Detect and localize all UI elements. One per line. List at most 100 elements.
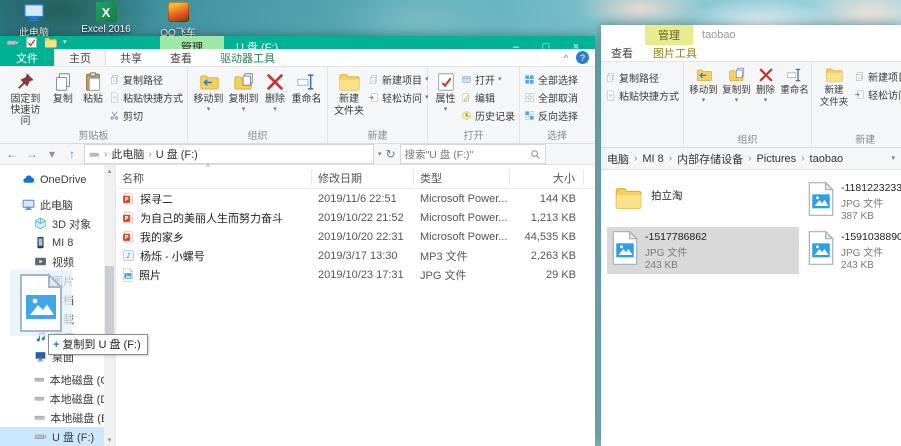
invert-selection-button[interactable]: 反向选择 [524, 108, 578, 123]
refresh-icon[interactable]: ↻ [386, 147, 396, 161]
help-icon[interactable]: ? [576, 51, 589, 64]
file-name: 为自己的美丽人生而努力奋斗 [140, 210, 283, 226]
forward-icon[interactable]: → [24, 147, 40, 161]
qat-dropdown-icon[interactable]: ▾ [63, 39, 67, 46]
easy-access-button[interactable]: 轻松访问▾ [368, 90, 429, 105]
sidebar-item-3d-objects[interactable]: 3D 对象 [0, 214, 115, 233]
dropdown-icon: ▾ [207, 106, 211, 113]
tab-view[interactable]: 查看 [156, 49, 206, 66]
taobao-titlebar[interactable]: 管理 taobao [601, 25, 901, 45]
tab-file[interactable]: 文件 [0, 49, 54, 66]
sidebar-item-onedrive[interactable]: OneDrive [0, 170, 115, 189]
usb-titlebar[interactable]: ▾ 管理 U 盘 (F:) – □ × [0, 36, 595, 49]
file-type: JPG 文件 [841, 244, 901, 259]
new-folder-button[interactable]: 新建文件夹 [816, 64, 852, 110]
image-tile-selected[interactable]: -1517786862 JPG 文件 243 KB [607, 227, 799, 274]
copy-to-button[interactable]: 复制到▾ [721, 64, 752, 106]
table-row[interactable]: 探寻二 2019/11/6 22:51 Microsoft Power... 1… [116, 189, 595, 208]
tab-picture-tools[interactable]: 图片工具 [643, 45, 707, 61]
folder-tile[interactable]: 拍立淘 [607, 178, 799, 225]
cut-button[interactable]: 剪切 [109, 108, 183, 123]
copy-to-button[interactable]: 复制到▾ [227, 69, 260, 115]
address-dropdown-icon[interactable]: ▾ [891, 155, 895, 162]
scroll-down-icon[interactable]: ▾ [108, 436, 112, 444]
edit-button[interactable]: 编辑 [461, 90, 515, 105]
sidebar-item-local-disk-d[interactable]: 本地磁盘 (D:) [0, 389, 115, 408]
column-header-date[interactable]: 修改日期 [312, 170, 414, 186]
image-tile[interactable]: -1591038890 JPG 文件 243 KB [803, 227, 901, 274]
easy-access-button[interactable]: 轻松访问▾ [854, 87, 901, 102]
move-to-button[interactable]: 移动到▾ [688, 64, 719, 106]
move-to-button[interactable]: 移动到▾ [192, 69, 225, 115]
desktop-icon-qq-speed[interactable]: QQ飞车 [150, 1, 206, 39]
history-dropdown-icon[interactable]: ▾ [44, 148, 60, 160]
column-header-size[interactable]: 大小 [510, 170, 584, 186]
table-row[interactable]: 我的家乡 2019/10/20 22:31 Microsoft Power...… [116, 227, 595, 246]
open-button[interactable]: 打开▾ [461, 72, 515, 87]
folder-name: 拍立淘 [651, 188, 683, 203]
tab-share[interactable]: 共享 [106, 49, 156, 66]
breadcrumb[interactable]: U 盘 (F:) [156, 146, 198, 162]
breadcrumb-bar[interactable]: › 此电脑 › U 盘 (F:) [84, 144, 374, 164]
desktop-icon-excel[interactable]: X Excel 2016 [78, 1, 134, 39]
address-dropdown-icon[interactable]: ▾ [378, 151, 382, 158]
rename-button[interactable]: 重命名 [779, 64, 810, 98]
paste-shortcut-button[interactable]: 粘贴快捷方式 [109, 90, 183, 105]
tab-home[interactable]: 主页 [54, 49, 106, 66]
sidebar-scrollbar[interactable]: ▴ ▾ [104, 165, 115, 446]
back-icon[interactable]: ← [4, 147, 20, 161]
breadcrumb[interactable]: taobao [810, 153, 844, 165]
column-header-type[interactable]: 类型 [414, 170, 510, 186]
tab-view[interactable]: 查看 [601, 45, 643, 61]
paste-button[interactable]: 粘贴 [79, 69, 107, 107]
new-item-button[interactable]: 新建项目▾ [368, 72, 429, 87]
sidebar-item-local-disk-c[interactable]: 本地磁盘 (C:) [0, 370, 115, 389]
breadcrumb-separator-icon: › [634, 153, 637, 164]
image-tile[interactable]: -1181223233 JPG 文件 387 KB [803, 178, 901, 225]
sidebar-item-videos[interactable]: 视频 [0, 252, 115, 271]
select-all-button[interactable]: 全部选择 [524, 72, 578, 87]
dropdown-icon: ▾ [444, 106, 448, 113]
copy-path-button[interactable]: 复制路径 [109, 72, 183, 87]
sidebar-item-mi8[interactable]: MI 8 [0, 233, 115, 252]
new-item-button[interactable]: 新建项目▾ [854, 69, 901, 84]
group-label-new: 新建 [812, 131, 901, 146]
table-row[interactable]: 为自己的美丽人生而努力奋斗 2019/10/22 21:52 Microsoft… [116, 208, 595, 227]
search-input[interactable]: 搜索"U 盘 (F:)" [400, 144, 546, 164]
breadcrumb[interactable]: 电脑 [607, 151, 629, 167]
delete-button[interactable]: 删除▾ [262, 69, 288, 115]
paste-shortcut-button[interactable]: 粘贴快捷方式 [605, 88, 679, 103]
file-date: 2019/10/22 21:52 [312, 212, 414, 224]
sidebar-item-this-pc[interactable]: 此电脑 [0, 195, 115, 214]
breadcrumb-separator-icon: › [104, 149, 107, 160]
properties-button[interactable]: 属性▾ [432, 69, 459, 115]
tab-drive-tools[interactable]: 驱动器工具 [206, 49, 289, 66]
rename-button[interactable]: 重命名 [290, 69, 323, 107]
properties-check-icon[interactable] [25, 36, 38, 49]
desktop-icon-this-pc[interactable]: 此电脑 [6, 1, 62, 39]
taobao-address-bar[interactable]: 电脑 › MI 8 › 内部存储设备 › Pictures › taobao ▾ [601, 148, 901, 170]
delete-button[interactable]: 删除▾ [754, 64, 777, 106]
select-none-button[interactable]: 全部取消 [524, 90, 578, 105]
copy-path-button[interactable]: 复制路径 [605, 70, 679, 85]
taobao-manage-tab[interactable]: 管理 [645, 25, 693, 45]
breadcrumb[interactable]: Pictures [756, 153, 796, 165]
table-row[interactable]: 杨烁 - 小螺号 2019/3/17 13:30 MP3 文件 2,263 KB [116, 246, 595, 265]
sidebar-item-usb-f[interactable]: U 盘 (F:) [0, 427, 115, 446]
sidebar-item-local-disk-e[interactable]: 本地磁盘 (E:) [0, 408, 115, 427]
drag-ghost-image-file[interactable] [10, 270, 72, 336]
breadcrumb[interactable]: 此电脑 [111, 146, 144, 162]
ppt-file-icon [122, 192, 135, 205]
new-folder-icon[interactable] [44, 36, 57, 49]
breadcrumb[interactable]: 内部存储设备 [677, 151, 743, 167]
table-row[interactable]: 照片 2019/10/23 17:31 JPG 文件 29 KB [116, 265, 595, 284]
up-icon[interactable]: ↑ [64, 147, 80, 161]
new-folder-button[interactable]: 新建文件夹 [332, 69, 366, 119]
copy-button[interactable]: 复制 [49, 69, 77, 107]
scroll-up-icon[interactable]: ▴ [108, 167, 112, 175]
pin-quick-access-button[interactable]: 固定到快速访问 [4, 69, 47, 129]
breadcrumb[interactable]: MI 8 [642, 153, 663, 165]
column-header-name[interactable]: ^名称 [116, 170, 312, 186]
history-button[interactable]: 历史记录 [461, 108, 515, 123]
ribbon-collapse-icon[interactable]: ^ [564, 53, 568, 63]
